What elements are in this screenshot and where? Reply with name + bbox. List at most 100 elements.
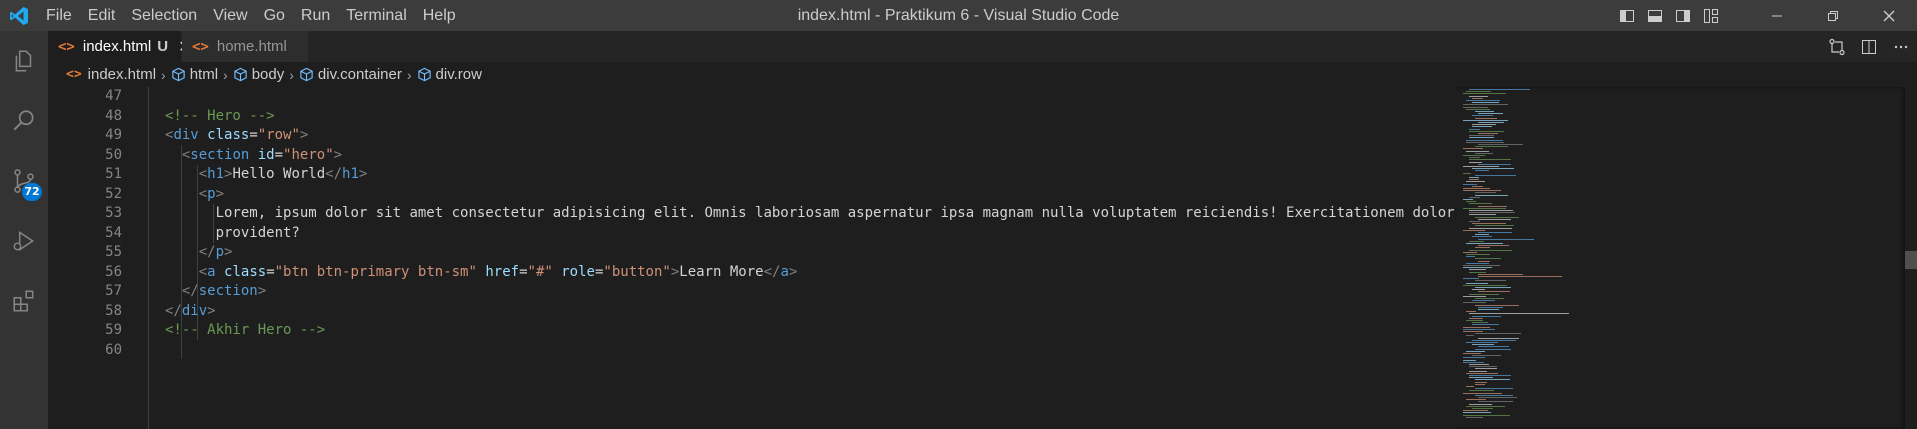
- minimap-line: [1475, 192, 1496, 194]
- close-window-icon[interactable]: [1861, 0, 1917, 31]
- minimap-line: [1472, 115, 1493, 117]
- minimap-line: [1475, 280, 1506, 282]
- menu-go[interactable]: Go: [256, 0, 293, 31]
- minimap-line: [1469, 403, 1492, 405]
- minimap-line: [1466, 100, 1500, 101]
- html-comment: <!-- Hero -->: [165, 107, 275, 124]
- more-actions-icon[interactable]: [1885, 31, 1917, 62]
- breadcrumb-body[interactable]: body: [233, 66, 284, 83]
- minimap-line: [1469, 364, 1489, 365]
- minimap-line: [1463, 207, 1506, 209]
- minimap-line: [1475, 383, 1485, 385]
- minimap-line: [1463, 265, 1500, 266]
- minimap-line: [1466, 150, 1489, 152]
- minimap-line: [1475, 258, 1501, 260]
- menu-terminal[interactable]: Terminal: [338, 0, 414, 31]
- source-control-icon[interactable]: 72: [0, 151, 48, 211]
- open-changes-icon[interactable]: [1821, 31, 1853, 62]
- minimap-line: [1472, 223, 1506, 225]
- minimap-line: [1478, 260, 1490, 262]
- code-line-50: <section id="hero">: [181, 146, 343, 163]
- minimap[interactable]: [1455, 87, 1905, 429]
- minimap-line: [1475, 194, 1508, 196]
- minimap-line: [1463, 155, 1485, 156]
- minimap-line: [1472, 124, 1496, 126]
- minimap-line: [1469, 370, 1487, 372]
- minimap-line: [1463, 229, 1485, 231]
- minimap-line: [1475, 117, 1497, 119]
- breadcrumb-file[interactable]: <> index.html: [66, 66, 156, 83]
- minimap-line: [1475, 111, 1494, 112]
- menu-help[interactable]: Help: [415, 0, 464, 31]
- toggle-panel-icon[interactable]: [1641, 0, 1669, 31]
- line-number: 49: [105, 127, 122, 143]
- minimap-line: [1472, 236, 1492, 238]
- menu-file[interactable]: File: [38, 0, 80, 31]
- minimap-line: [1463, 93, 1506, 95]
- menu-view[interactable]: View: [205, 0, 255, 31]
- editor-tab-bar: <> index.html U ✕ <> home.html: [48, 31, 1917, 62]
- split-editor-icon[interactable]: [1853, 31, 1885, 62]
- code-line-58: </div>: [165, 302, 216, 319]
- minimap-line: [1469, 271, 1486, 273]
- breadcrumb-div-row[interactable]: div.row: [417, 66, 482, 83]
- minimap-line: [1466, 416, 1483, 418]
- chevron-right-icon: ›: [161, 66, 166, 83]
- minimap-line: [1472, 344, 1494, 346]
- minimap-line: [1475, 170, 1489, 172]
- activity-bar: 72: [0, 31, 48, 429]
- menu-run[interactable]: Run: [293, 0, 338, 31]
- minimap-line: [1469, 293, 1499, 295]
- breadcrumb-div-container[interactable]: div.container: [299, 66, 402, 83]
- minimap-line: [1472, 97, 1483, 99]
- minimap-line: [1466, 386, 1474, 387]
- explorer-icon[interactable]: [0, 31, 48, 91]
- line-number: 55: [105, 244, 122, 260]
- toggle-secondary-sidebar-icon[interactable]: [1669, 0, 1697, 31]
- customize-layout-icon[interactable]: [1697, 0, 1725, 31]
- run-and-debug-icon[interactable]: [0, 211, 48, 271]
- breadcrumb-html[interactable]: html: [171, 66, 218, 83]
- minimap-line: [1463, 119, 1508, 121]
- element-cube-icon: [300, 67, 313, 82]
- tab-home-html[interactable]: <> home.html: [182, 31, 308, 62]
- minimap-line: [1469, 157, 1480, 159]
- scrollbar-thumb[interactable]: [1905, 251, 1917, 269]
- minimap-line: [1466, 372, 1498, 374]
- minimize-icon[interactable]: [1749, 0, 1805, 31]
- minimap-line: [1469, 137, 1494, 139]
- minimap-line: [1478, 238, 1534, 240]
- code-editor[interactable]: 47 48 49 50 51 52 53 54 55 56 57 58 59 6…: [48, 87, 1455, 429]
- minimap-line: [1469, 221, 1480, 222]
- minimap-line: [1469, 390, 1494, 392]
- minimap-line: [1475, 304, 1519, 306]
- minimap-line: [1463, 414, 1510, 416]
- minimap-line: [1478, 337, 1519, 339]
- restore-icon[interactable]: [1805, 0, 1861, 31]
- search-icon[interactable]: [0, 91, 48, 151]
- code-line-48: <!-- Hero -->: [165, 107, 1455, 127]
- tab-index-html[interactable]: <> index.html U ✕: [48, 31, 191, 62]
- minimap-line: [1463, 328, 1495, 330]
- minimap-line: [1469, 366, 1497, 368]
- minimap-line: [1472, 289, 1485, 291]
- minimap-line: [1466, 139, 1503, 141]
- minimap-line: [1466, 350, 1485, 352]
- line-number: 48: [105, 107, 122, 124]
- minimap-line: [1478, 401, 1513, 403]
- minimap-line: [1478, 122, 1504, 123]
- minimap-line: [1478, 232, 1512, 233]
- breadcrumb: <> index.html › html › body › div.contai…: [48, 62, 1917, 87]
- indent-guide: [148, 87, 149, 429]
- html-file-icon: <>: [58, 38, 75, 55]
- html-file-icon: <>: [66, 67, 82, 82]
- menu-selection[interactable]: Selection: [123, 0, 205, 31]
- toggle-primary-sidebar-icon[interactable]: [1613, 0, 1641, 31]
- menu-edit[interactable]: Edit: [80, 0, 124, 31]
- minimap-line: [1463, 199, 1473, 200]
- minimap-line: [1466, 254, 1490, 255]
- minimap-line: [1466, 262, 1489, 264]
- minimap-line: [1466, 320, 1483, 321]
- minimap-line: [1475, 348, 1511, 350]
- extensions-icon[interactable]: [0, 271, 48, 331]
